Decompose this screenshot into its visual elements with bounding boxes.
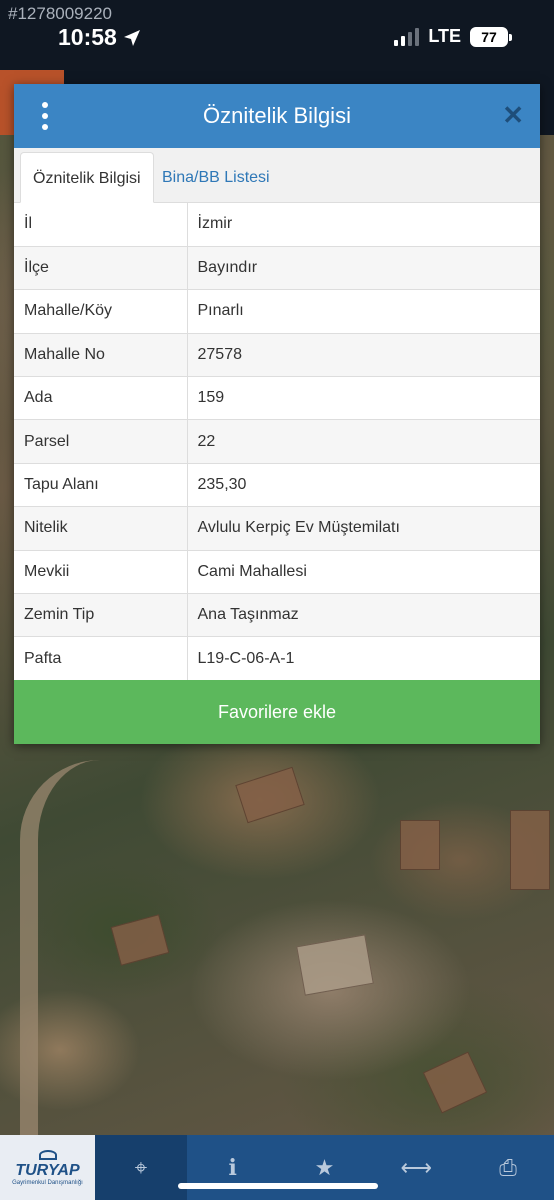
table-row: Parsel 22	[14, 419, 540, 464]
measure-icon: ⟷	[400, 1154, 433, 1180]
attribute-key: Zemin Tip	[14, 593, 188, 638]
attribute-value: Pınarlı	[187, 289, 540, 334]
attribute-value: 159	[187, 376, 540, 421]
attribute-value: 235,30	[187, 463, 540, 508]
toolbar-crosshair-button[interactable]: ⌖	[95, 1135, 187, 1200]
toolbar-measure-button[interactable]: ⟷	[370, 1135, 462, 1200]
table-row: Nitelik Avlulu Kerpiç Ev Müştemilatı	[14, 506, 540, 551]
star-icon: ★	[314, 1154, 335, 1180]
print-icon: ⎙	[499, 1154, 517, 1180]
status-time: 10:58	[58, 24, 141, 51]
attribute-key: Parsel	[14, 419, 188, 464]
signal-icon	[394, 27, 420, 46]
attribute-key: Tapu Alanı	[14, 463, 188, 508]
more-options-icon[interactable]	[36, 102, 54, 130]
home-indicator[interactable]	[178, 1183, 378, 1189]
attribute-value: Cami Mahallesi	[187, 550, 540, 595]
screenshot-id: #1278009220	[8, 4, 113, 23]
table-row: Pafta L19-C-06-A-1	[14, 636, 540, 681]
table-row: Ada 159	[14, 376, 540, 421]
attribute-key: İlçe	[14, 246, 188, 291]
network-label: LTE	[428, 26, 461, 46]
table-row: Zemin Tip Ana Taşınmaz	[14, 593, 540, 638]
attribute-value: Avlulu Kerpiç Ev Müştemilatı	[187, 506, 540, 551]
map-building	[296, 934, 374, 996]
logo-text: TURYAP	[15, 1161, 80, 1179]
panel-title: Öznitelik Bilgisi	[203, 103, 351, 128]
status-indicators: LTE 77	[394, 26, 512, 47]
bottom-toolbar: TURYAP Gayrimenkul Danışmanlığı ⌖ i ★ ⟷ ⎙	[0, 1135, 554, 1200]
tab-building-list[interactable]: Bina/BB Listesi	[150, 152, 282, 203]
panel-tabs: Öznitelik Bilgisi Bina/BB Listesi	[14, 148, 540, 203]
attribute-value: L19-C-06-A-1	[187, 636, 540, 681]
attribute-value: 27578	[187, 333, 540, 378]
attribute-key: İl	[14, 203, 188, 247]
attribute-key: Ada	[14, 376, 188, 421]
attribute-value: 22	[187, 419, 540, 464]
add-favorite-button[interactable]: Favorilere ekle	[14, 680, 540, 744]
location-arrow-icon	[123, 29, 140, 46]
map-building	[400, 820, 440, 870]
toolbar-print-button[interactable]: ⎙	[462, 1135, 554, 1200]
table-row: Mahalle/Köy Pınarlı	[14, 289, 540, 334]
map-building	[235, 766, 305, 824]
logo-subtitle: Gayrimenkul Danışmanlığı	[12, 1179, 83, 1186]
close-icon[interactable]: ✕	[502, 100, 524, 130]
attribute-key: Pafta	[14, 636, 188, 681]
tab-attributes[interactable]: Öznitelik Bilgisi	[20, 152, 154, 203]
map-building	[510, 810, 550, 890]
map-road	[20, 760, 240, 1200]
attribute-key: Mevkii	[14, 550, 188, 595]
crosshair-icon: ⌖	[134, 1154, 148, 1180]
attribute-table: İl İzmir İlçe Bayındır Mahalle/Köy Pınarlı Mah…	[14, 203, 540, 681]
attribute-key: Mahalle No	[14, 333, 188, 378]
attribute-key: Nitelik	[14, 506, 188, 551]
attribute-panel: Öznitelik Bilgisi ✕ Öznitelik Bilgisi Bi…	[14, 84, 540, 744]
turyap-logo: TURYAP Gayrimenkul Danışmanlığı	[0, 1135, 95, 1200]
attribute-value: İzmir	[187, 203, 540, 247]
toolbar-star-button[interactable]: ★	[279, 1135, 371, 1200]
table-row: Tapu Alanı 235,30	[14, 463, 540, 508]
table-row: İl İzmir	[14, 203, 540, 247]
table-row: Mahalle No 27578	[14, 333, 540, 378]
panel-header: Öznitelik Bilgisi ✕	[14, 84, 540, 148]
table-row: Mevkii Cami Mahallesi	[14, 550, 540, 595]
attribute-value: Ana Taşınmaz	[187, 593, 540, 638]
attribute-value: Bayındır	[187, 246, 540, 291]
time-text: 10:58	[58, 24, 117, 50]
map-building	[422, 1051, 488, 1114]
info-icon: i	[228, 1154, 237, 1181]
toolbar-info-button[interactable]: i	[187, 1135, 279, 1200]
attribute-key: Mahalle/Köy	[14, 289, 188, 334]
battery-icon: 77	[470, 26, 512, 47]
table-row: İlçe Bayındır	[14, 246, 540, 291]
